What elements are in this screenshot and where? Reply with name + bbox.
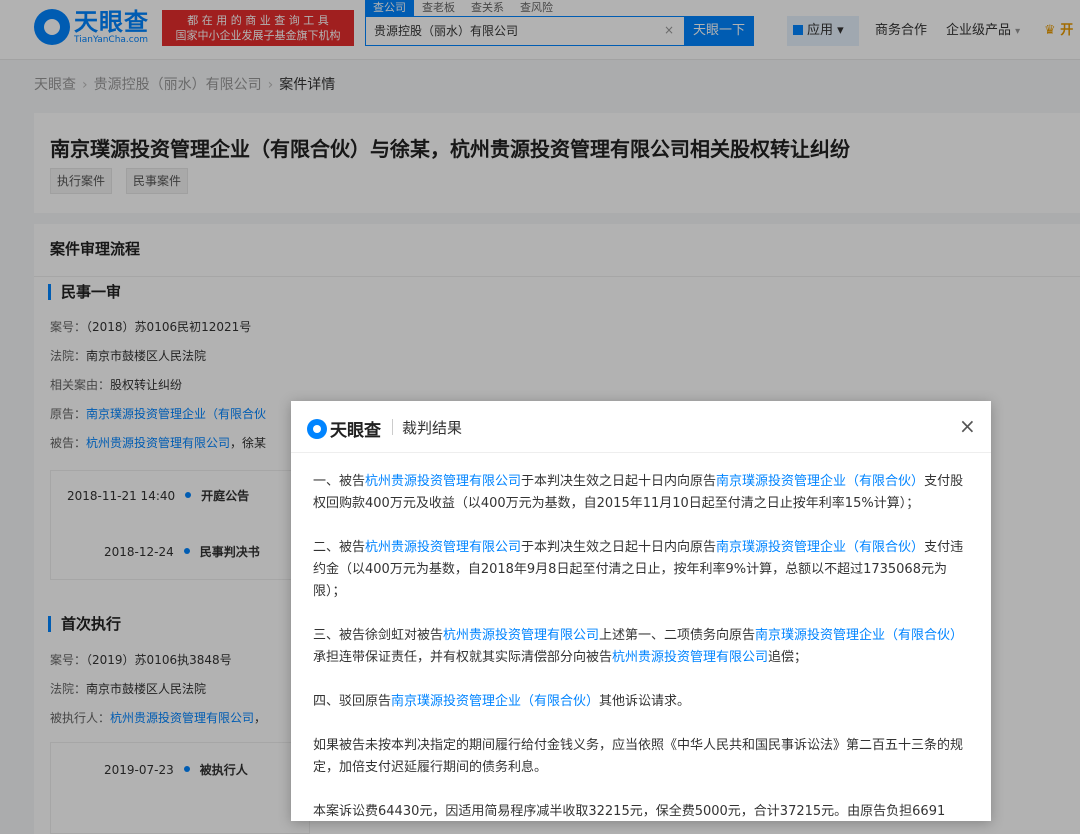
modal-title: 裁判结果 xyxy=(402,419,463,437)
company-link[interactable]: 杭州贵源投资管理有限公司 xyxy=(612,650,768,665)
modal-logo: 天眼查 xyxy=(307,416,381,441)
judgment-item-2: 二、被告杭州贵源投资管理有限公司于本判决生效之日起十日内向原告南京璞源投资管理企… xyxy=(313,540,964,599)
judgment-cost-note: 本案诉讼费64430元，因适用简易程序减半收取32215元，保全费5000元，合… xyxy=(313,804,946,819)
company-link[interactable]: 杭州贵源投资管理有限公司 xyxy=(443,628,599,643)
modal-header: 天眼查 裁判结果 × xyxy=(291,401,991,453)
company-link[interactable]: 南京璞源投资管理企业（有限合伙） xyxy=(716,540,924,555)
judgment-result-modal: 天眼查 裁判结果 × 一、被告杭州贵源投资管理有限公司于本判决生效之日起十日内向… xyxy=(291,401,991,821)
close-icon[interactable]: × xyxy=(959,415,976,437)
judgment-item-1: 一、被告杭州贵源投资管理有限公司于本判决生效之日起十日内向原告南京璞源投资管理企… xyxy=(313,474,964,511)
company-link[interactable]: 南京璞源投资管理企业（有限合伙） xyxy=(755,628,963,643)
company-link[interactable]: 杭州贵源投资管理有限公司 xyxy=(365,540,521,555)
company-link[interactable]: 杭州贵源投资管理有限公司 xyxy=(365,474,521,489)
judgment-item-4: 四、驳回原告南京璞源投资管理企业（有限合伙）其他诉讼请求。 xyxy=(313,694,691,709)
company-link[interactable]: 南京璞源投资管理企业（有限合伙） xyxy=(391,694,599,709)
company-link[interactable]: 南京璞源投资管理企业（有限合伙） xyxy=(716,474,924,489)
logo-eye-icon xyxy=(307,418,327,439)
judgment-item-3: 三、被告徐剑虹对被告杭州贵源投资管理有限公司上述第一、二项债务向原告南京璞源投资… xyxy=(313,628,964,665)
judgment-interest-note: 如果被告未按本判决指定的期间履行给付金钱义务，应当依照《中华人民共和国民事诉讼法… xyxy=(313,738,964,775)
modal-body: 一、被告杭州贵源投资管理有限公司于本判决生效之日起十日内向原告南京璞源投资管理企… xyxy=(313,471,973,821)
